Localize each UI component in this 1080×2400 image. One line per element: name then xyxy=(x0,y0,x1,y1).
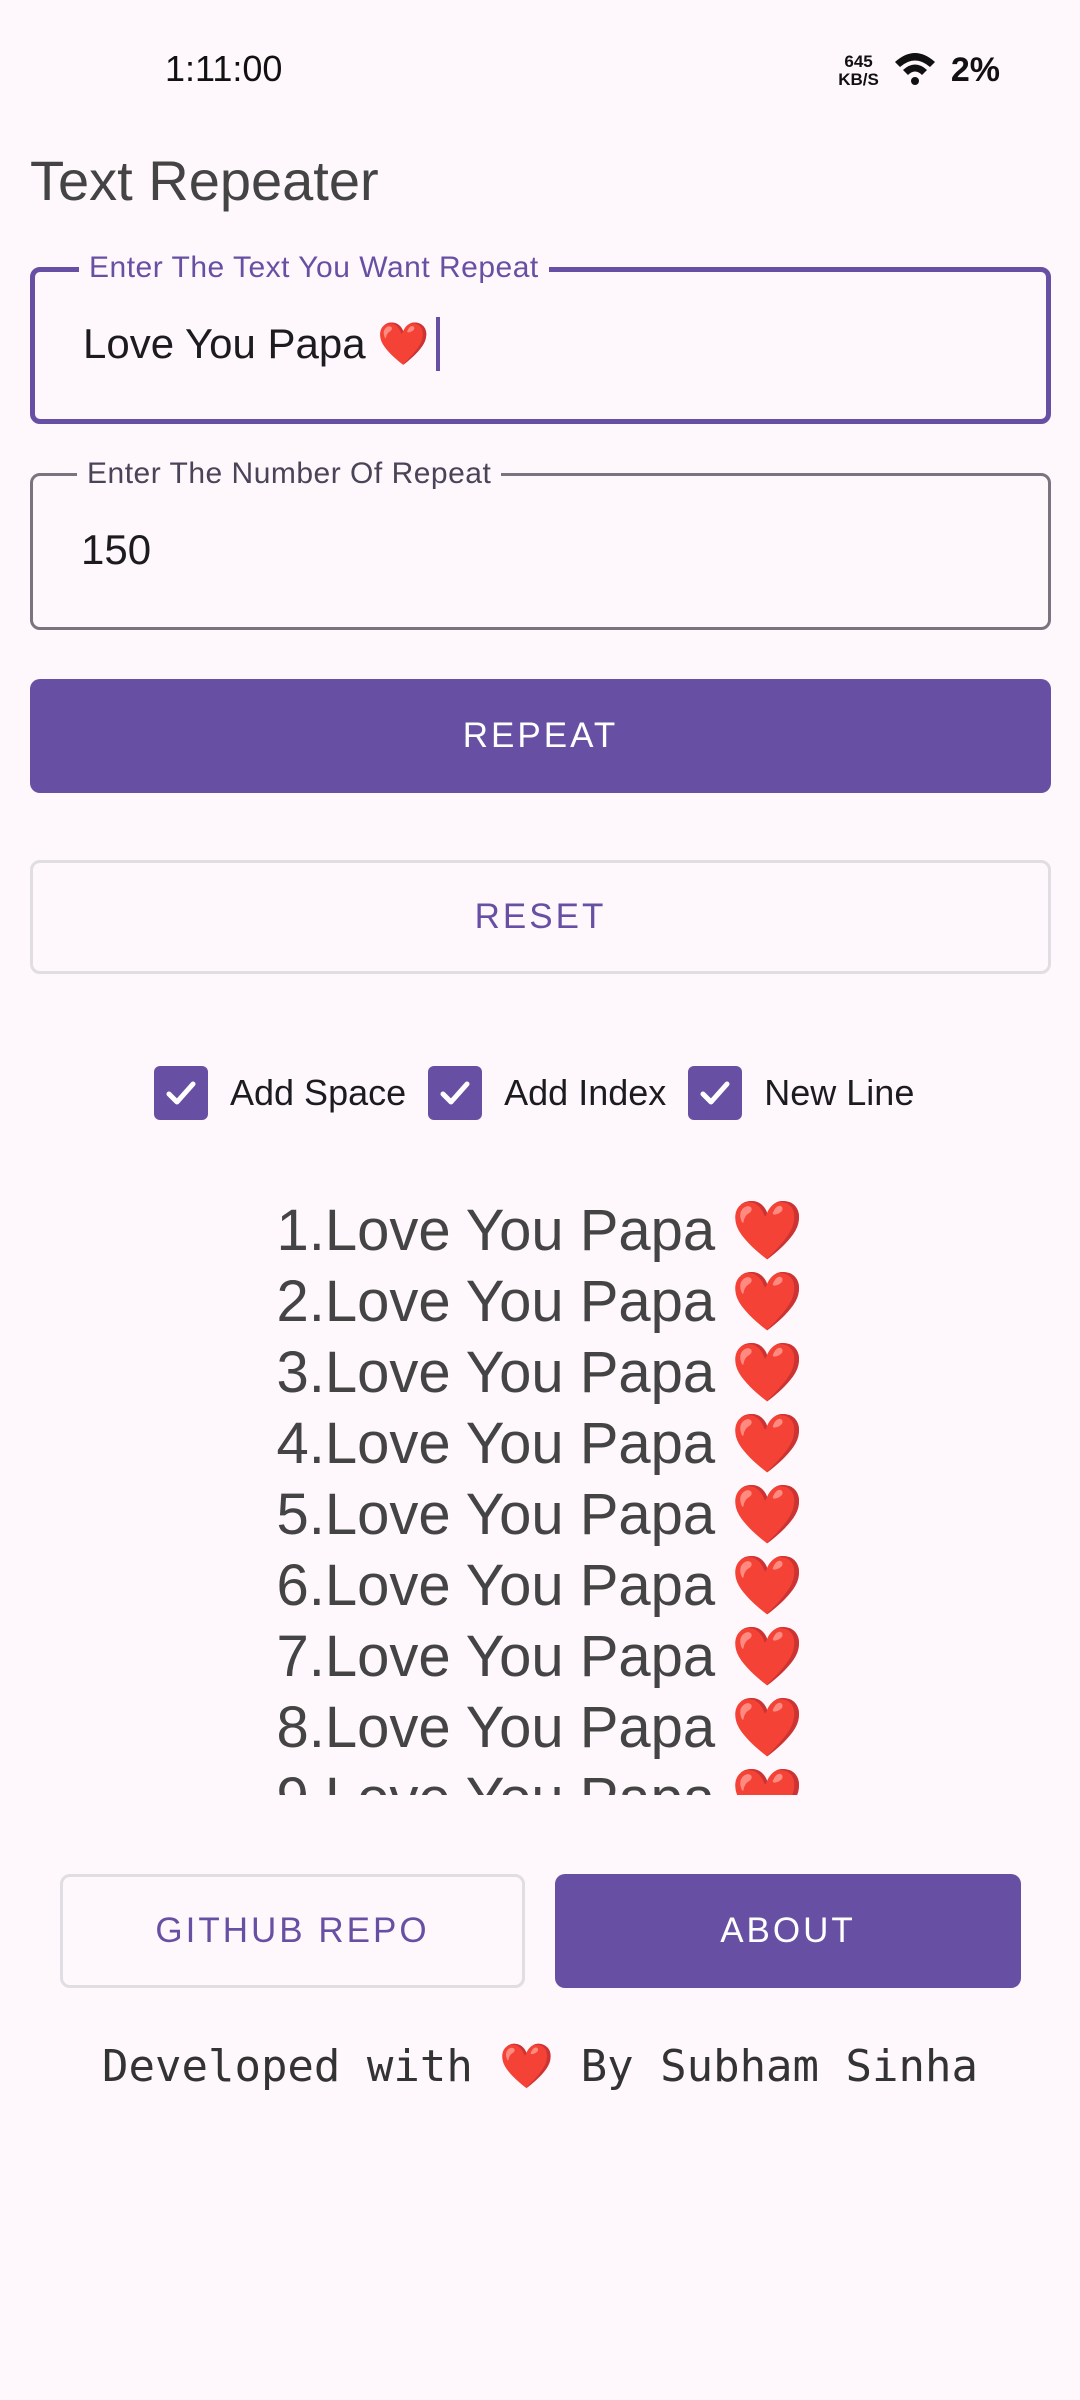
repeat-text-field[interactable]: Enter The Text You Want Repeat Love You … xyxy=(30,251,1051,424)
output-line: 5.Love You Papa ❤️ xyxy=(276,1482,804,1547)
repeat-count-input-value[interactable]: 150 xyxy=(81,526,151,574)
wifi-icon xyxy=(893,50,937,91)
net-speed-unit: KB/S xyxy=(838,69,879,89)
output-line: 2.Love You Papa ❤️ xyxy=(276,1269,804,1334)
options-row: Add Space Add Index New Line xyxy=(154,1066,936,1120)
add-space-label: Add Space xyxy=(230,1072,407,1113)
output-line: 7.Love You Papa ❤️ xyxy=(276,1624,804,1689)
repeat-count-label: Enter The Number Of Repeat xyxy=(77,457,502,491)
new-line-option[interactable]: New Line xyxy=(688,1066,914,1120)
new-line-label: New Line xyxy=(764,1072,915,1113)
status-icons: 645 KB/S 2% xyxy=(838,50,1000,91)
github-repo-button[interactable]: GITHUB REPO xyxy=(60,1874,525,1988)
repeated-text-output[interactable]: 1.Love You Papa ❤️ 2.Love You Papa ❤️ 3.… xyxy=(0,1195,1080,1795)
repeat-count-field[interactable]: Enter The Number Of Repeat 150 xyxy=(30,457,1051,630)
add-space-checkbox[interactable] xyxy=(154,1066,208,1120)
output-line: 9.Love You Papa ❤️ xyxy=(0,1763,1080,1795)
check-icon xyxy=(440,1081,470,1105)
status-time: 1:11:00 xyxy=(165,48,283,89)
reset-button[interactable]: RESET xyxy=(30,860,1051,974)
status-bar: 1:11:00 645 KB/S 2% xyxy=(0,0,1080,140)
net-speed-value: 645 xyxy=(844,51,873,71)
check-icon xyxy=(166,1081,196,1105)
repeat-count-value: 150 xyxy=(81,526,152,573)
add-space-option[interactable]: Add Space xyxy=(154,1066,406,1120)
output-line: 8.Love You Papa ❤️ xyxy=(276,1695,804,1760)
output-line: 6.Love You Papa ❤️ xyxy=(276,1553,804,1618)
net-speed-indicator: 645 KB/S xyxy=(838,51,879,89)
repeat-text-value: Love You Papa ❤️ xyxy=(83,319,430,367)
repeat-text-input-value[interactable]: Love You Papa ❤️ xyxy=(83,317,440,371)
check-icon xyxy=(700,1081,730,1105)
repeat-button[interactable]: REPEAT xyxy=(30,679,1051,793)
add-index-checkbox[interactable] xyxy=(428,1066,483,1120)
new-line-checkbox[interactable] xyxy=(688,1066,743,1120)
output-line: 1.Love You Papa ❤️ xyxy=(276,1198,804,1263)
text-cursor xyxy=(435,317,440,371)
add-index-label: Add Index xyxy=(504,1072,667,1113)
page-title: Text Repeater xyxy=(30,149,379,212)
about-button[interactable]: ABOUT xyxy=(555,1874,1021,1988)
output-line: 4.Love You Papa ❤️ xyxy=(276,1411,804,1476)
repeat-text-label: Enter The Text You Want Repeat xyxy=(79,251,549,285)
output-line: 3.Love You Papa ❤️ xyxy=(276,1340,804,1405)
battery-level: 2% xyxy=(950,51,1000,89)
add-index-option[interactable]: Add Index xyxy=(428,1066,666,1120)
developer-credit: Developed with ❤️ By Subham Sinha xyxy=(102,2041,978,2092)
